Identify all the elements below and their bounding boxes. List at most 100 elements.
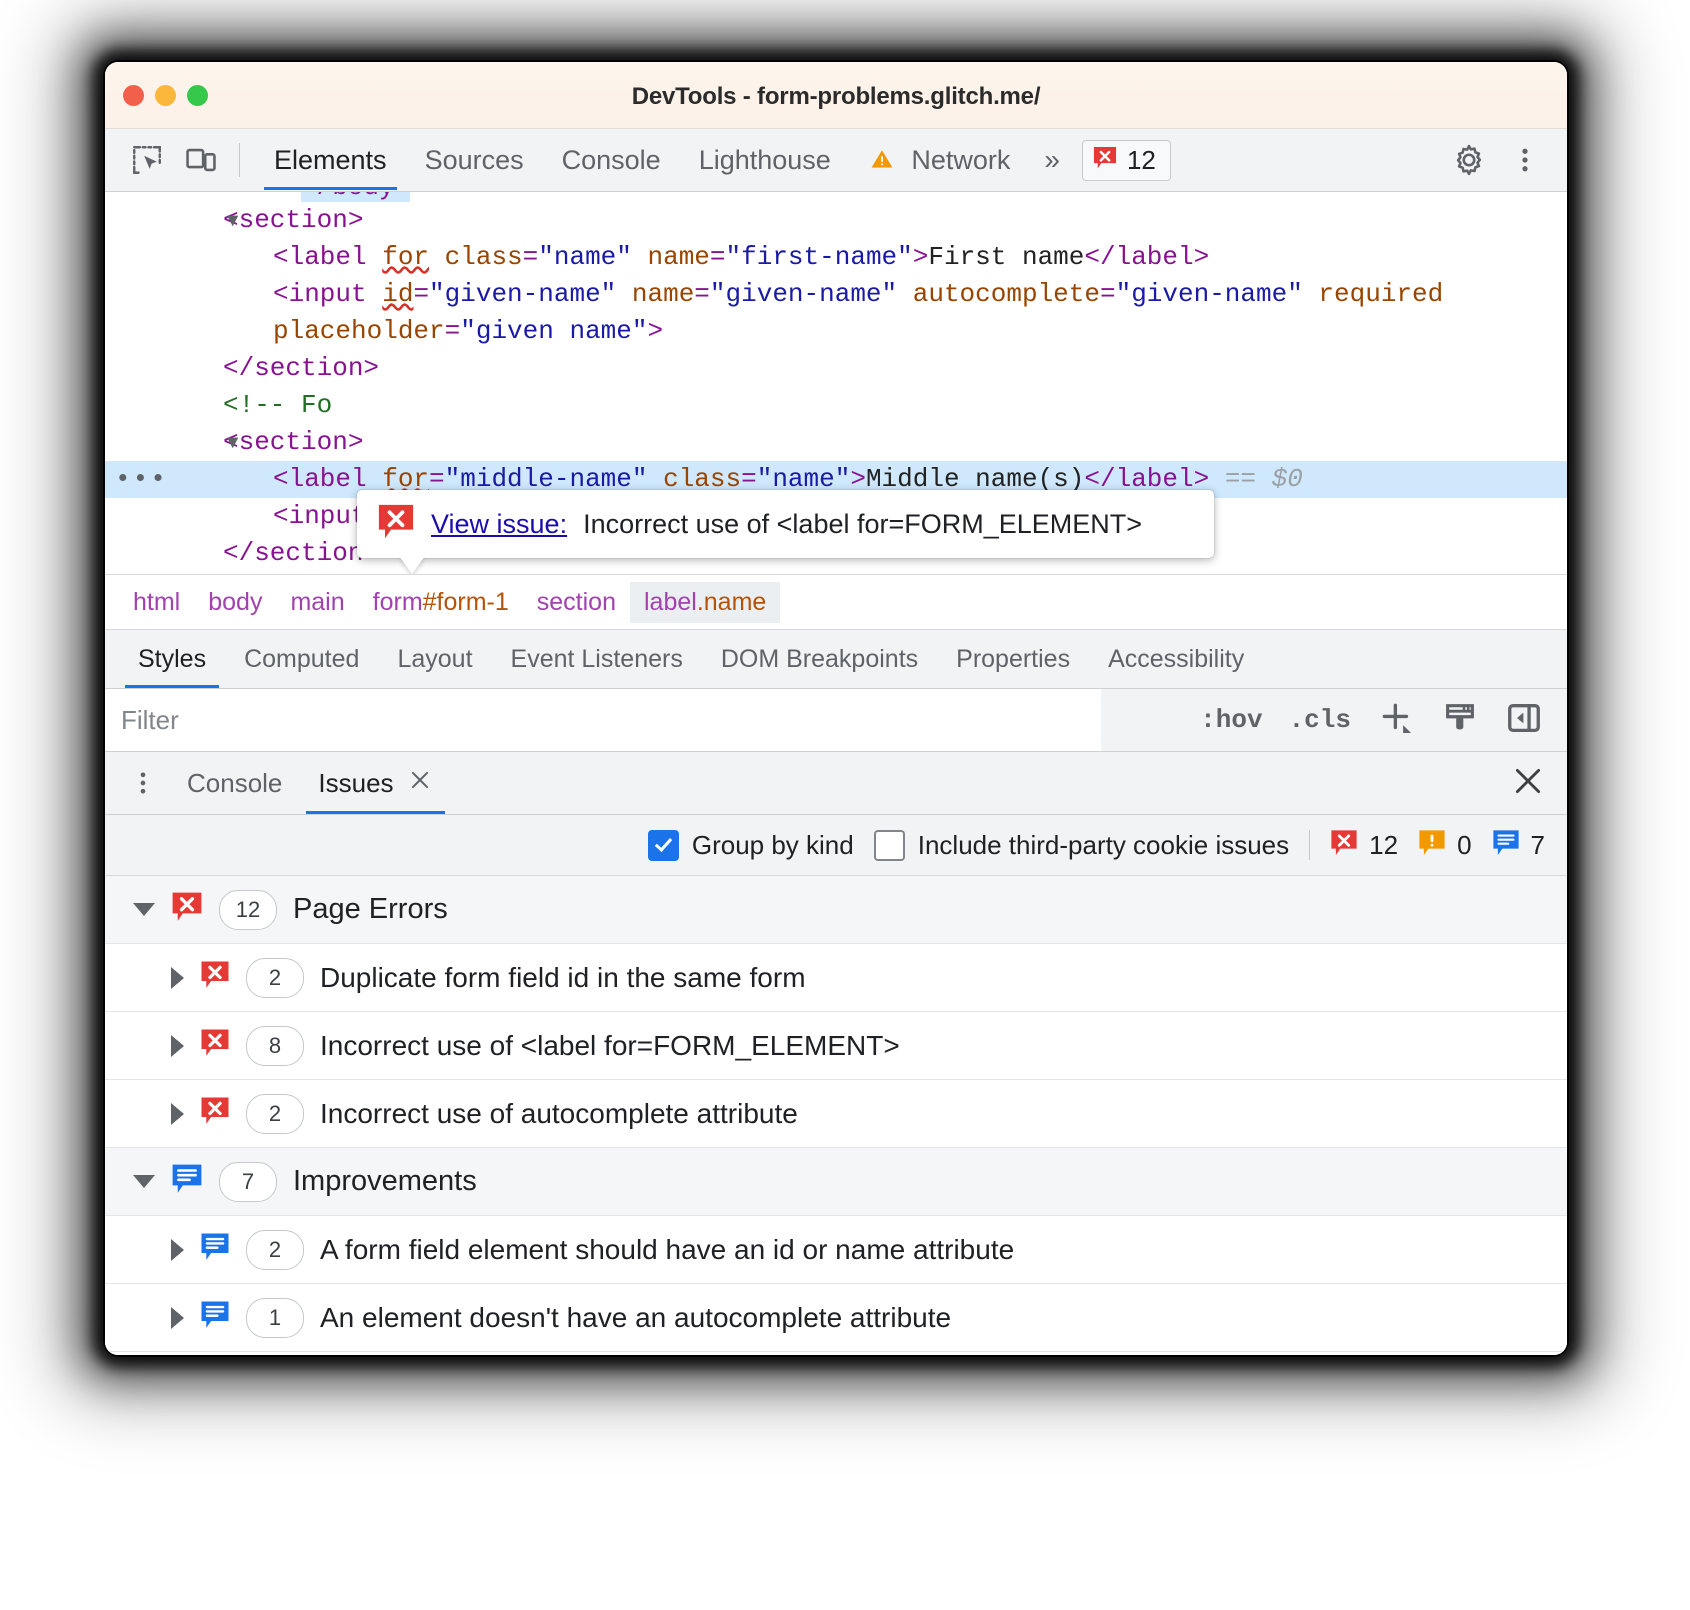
issue-group-row[interactable]: 12Page Errors [105,876,1567,944]
tab-console[interactable]: Console [544,130,679,190]
drawer-tab-console[interactable]: Console [169,752,300,814]
styles-tab-computed[interactable]: Computed [225,630,378,688]
chevron-down-icon[interactable]: ▼ [227,425,238,462]
error-count-value: 12 [1369,830,1398,861]
tab-network-label: Network [911,145,1010,175]
chevron-right-icon[interactable] [171,1239,184,1261]
issue-title: Incorrect use of <label for=FORM_ELEMENT… [320,1030,900,1062]
breadcrumb-item-section[interactable]: section [523,582,630,623]
issue-row[interactable]: 2 Incorrect use of autocomplete attribute [105,1080,1567,1148]
dom-token-attrname: name [632,242,710,272]
dom-token-attrname: name [616,279,694,309]
chevron-right-icon[interactable] [171,967,184,989]
device-toolbar-icon[interactable] [175,136,227,184]
dom-token-tag: > [913,242,929,272]
group-by-kind-checkbox[interactable]: Group by kind [648,830,854,861]
issue-row[interactable]: 2A form field element should have an id … [105,1216,1567,1284]
dom-node-text: </section> [105,353,379,383]
devtools-window: DevTools - form-problems.glitch.me/ Elem… [105,62,1567,1355]
dom-token-eqdollar: == $0 [1209,464,1303,494]
inspect-element-icon[interactable] [121,136,173,184]
chevron-down-icon[interactable] [133,1175,155,1188]
warning-count-value: 0 [1457,830,1471,861]
third-party-cookie-checkbox[interactable]: Include third-party cookie issues [874,830,1289,861]
issue-row[interactable]: 2Duplicate form field id in the same for… [105,944,1567,1012]
dom-node[interactable]: <input id="given-name" name="given-name"… [105,276,1567,313]
breadcrumb[interactable]: html bodymainform#form-1 section label.name [105,574,1567,629]
drawer-tab-issues[interactable]: Issues [300,752,450,814]
dom-node-menu-icon[interactable]: ••• [115,461,168,498]
breadcrumb-item-main[interactable]: main [276,582,358,623]
chevron-right-icon[interactable] [171,1103,184,1125]
issue-row[interactable]: 8Incorrect use of <label for=FORM_ELEMEN… [105,1012,1567,1080]
error-count-badge[interactable]: 12 [1082,140,1171,181]
chevron-right-icon[interactable] [171,1307,184,1329]
issue-count-pill: 2 [246,1094,304,1134]
kebab-menu-icon[interactable] [1499,136,1551,184]
chevron-down-icon[interactable] [133,903,155,916]
styles-tab-dom-breakpoints[interactable]: DOM Breakpoints [702,630,937,688]
dom-token-attrval: "given name" [460,316,647,346]
breadcrumb-item-body[interactable]: body [194,582,276,623]
issue-tooltip[interactable]: View issue: Incorrect use of <label for=… [357,490,1214,558]
chevron-right-icon[interactable] [171,1035,184,1057]
close-icon[interactable] [1511,764,1545,803]
third-party-cookie-checkbox-box[interactable] [874,830,905,861]
window-title: DevTools - form-problems.glitch.me/ [105,83,1567,111]
close-icon[interactable] [407,767,433,800]
sidebar-toggle-icon[interactable] [1499,699,1549,742]
breadcrumb-item-label: html [133,588,180,616]
plus-icon[interactable] [1371,699,1421,742]
styles-filter-bar: :hov .cls [105,689,1567,752]
dom-node[interactable]: <label for class="name" name="first-name… [105,239,1567,276]
error-count-group[interactable]: 12 [1330,829,1398,862]
dom-token-squiggle: for [382,242,429,272]
issue-row[interactable]: 1An element doesn't have an autocomplete… [105,1284,1567,1352]
error-badge-icon [1330,829,1358,862]
styles-tab-accessibility[interactable]: Accessibility [1089,630,1263,688]
tab-lighthouse[interactable]: Lighthouse [681,130,849,190]
issue-group-row[interactable]: 7Improvements [105,1148,1567,1216]
dom-token-comment: <!-- Fo [223,390,332,420]
breadcrumb-item-label[interactable]: label.name [630,582,780,623]
tab-network[interactable]: Network [851,130,1029,190]
dom-tree-pane[interactable]: </body> ▼<section><label for class="name… [105,192,1567,574]
breadcrumb-item-html[interactable]: html [119,582,194,623]
issue-title: Improvements [293,1165,477,1198]
issues-list[interactable]: 12Page Errors2Duplicate form field id in… [105,876,1567,1355]
dom-token-txt: First name [928,242,1084,272]
warning-count-group[interactable]: 0 [1418,829,1471,862]
gear-icon[interactable] [1443,136,1495,184]
filter-input[interactable] [105,689,1101,751]
paintbrush-icon[interactable] [1435,699,1485,742]
view-issue-link[interactable]: View issue: [431,509,567,540]
kebab-menu-icon[interactable] [117,752,169,814]
chevron-down-icon[interactable]: ▼ [227,203,238,240]
dom-node[interactable]: <!-- Fo [105,387,1567,424]
styles-panel-tabs[interactable]: StylesComputedLayoutEvent ListenersDOM B… [105,629,1567,689]
breadcrumb-item-form[interactable]: form#form-1 [359,582,523,623]
tab-console-label: Console [562,145,661,175]
hov-toggle-button[interactable]: :hov [1194,701,1268,739]
styles-tab-event-listeners[interactable]: Event Listeners [492,630,702,688]
dom-token-attrval: "given-name" [710,279,897,309]
dom-token-attrname: autocomplete [897,279,1100,309]
group-by-kind-checkbox-box[interactable] [648,830,679,861]
dom-node[interactable]: placeholder="given name"> [105,313,1567,350]
breadcrumb-item-label: section [537,588,616,616]
styles-tab-properties[interactable]: Properties [937,630,1089,688]
styles-tab-layout[interactable]: Layout [378,630,491,688]
dom-node[interactable]: ▼<section> [105,424,1567,461]
more-tabs-icon[interactable]: » [1030,144,1070,176]
dom-node[interactable]: ▼<section> [105,202,1567,239]
tab-sources[interactable]: Sources [407,130,542,190]
tab-elements[interactable]: Elements [256,130,405,190]
cls-toggle-button[interactable]: .cls [1283,701,1357,739]
issue-title: Incorrect use of autocomplete attribute [320,1098,798,1130]
dom-node-text: </section> [105,538,379,568]
styles-tab-styles[interactable]: Styles [119,630,225,688]
drawer-tab-issues-label: Issues [318,768,393,799]
dom-token-attrval: "name" [538,242,632,272]
dom-node[interactable]: </section> [105,350,1567,387]
info-count-group[interactable]: 7 [1492,829,1545,862]
